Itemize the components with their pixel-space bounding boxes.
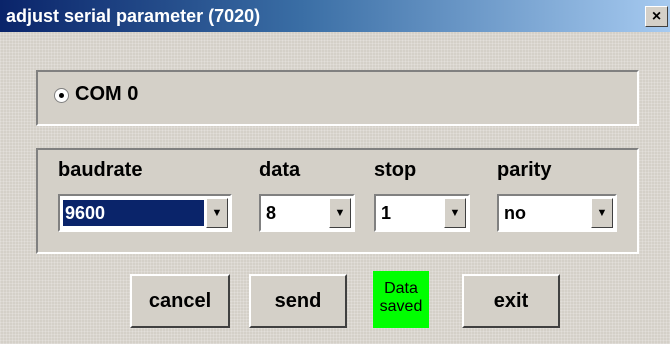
stop-label: stop: [374, 159, 417, 181]
title-bar[interactable]: adjust serial parameter (7020) ×: [0, 0, 670, 32]
serial-params-group: baudrate data stop parity 9600 ▼ 8 ▼ 1 ▼…: [36, 148, 639, 254]
status-line-1: Data: [384, 280, 418, 297]
parity-label: parity: [497, 159, 552, 181]
stop-bits-value: 1: [381, 203, 392, 223]
data-bits-value: 8: [266, 203, 277, 223]
close-button[interactable]: ×: [645, 6, 668, 27]
send-button[interactable]: send: [249, 274, 347, 328]
chevron-down-icon[interactable]: ▼: [444, 198, 466, 228]
parity-select[interactable]: no ▼: [497, 194, 617, 232]
data-saved-status: Data saved: [373, 271, 429, 328]
com-port-group: COM 0: [36, 70, 639, 126]
com-0-radio[interactable]: [54, 88, 69, 103]
exit-button[interactable]: exit: [462, 274, 560, 328]
chevron-down-icon[interactable]: ▼: [591, 198, 613, 228]
chevron-down-icon[interactable]: ▼: [206, 198, 228, 228]
chevron-down-icon[interactable]: ▼: [329, 198, 351, 228]
baudrate-select[interactable]: 9600 ▼: [58, 194, 232, 232]
parity-value: no: [504, 203, 526, 223]
data-label: data: [259, 159, 301, 181]
com-0-label[interactable]: COM 0: [75, 83, 138, 106]
serial-parameter-dialog: adjust serial parameter (7020) × COM 0 b…: [0, 0, 670, 344]
radio-selected-dot: [59, 93, 64, 98]
cancel-button[interactable]: cancel: [130, 274, 230, 328]
status-line-2: saved: [379, 298, 423, 315]
stop-bits-select[interactable]: 1 ▼: [374, 194, 470, 232]
close-icon: ×: [651, 8, 662, 25]
data-bits-select[interactable]: 8 ▼: [259, 194, 355, 232]
baudrate-label: baudrate: [58, 159, 143, 181]
baudrate-value: 9600: [63, 200, 204, 226]
window-title: adjust serial parameter (7020): [6, 6, 261, 26]
